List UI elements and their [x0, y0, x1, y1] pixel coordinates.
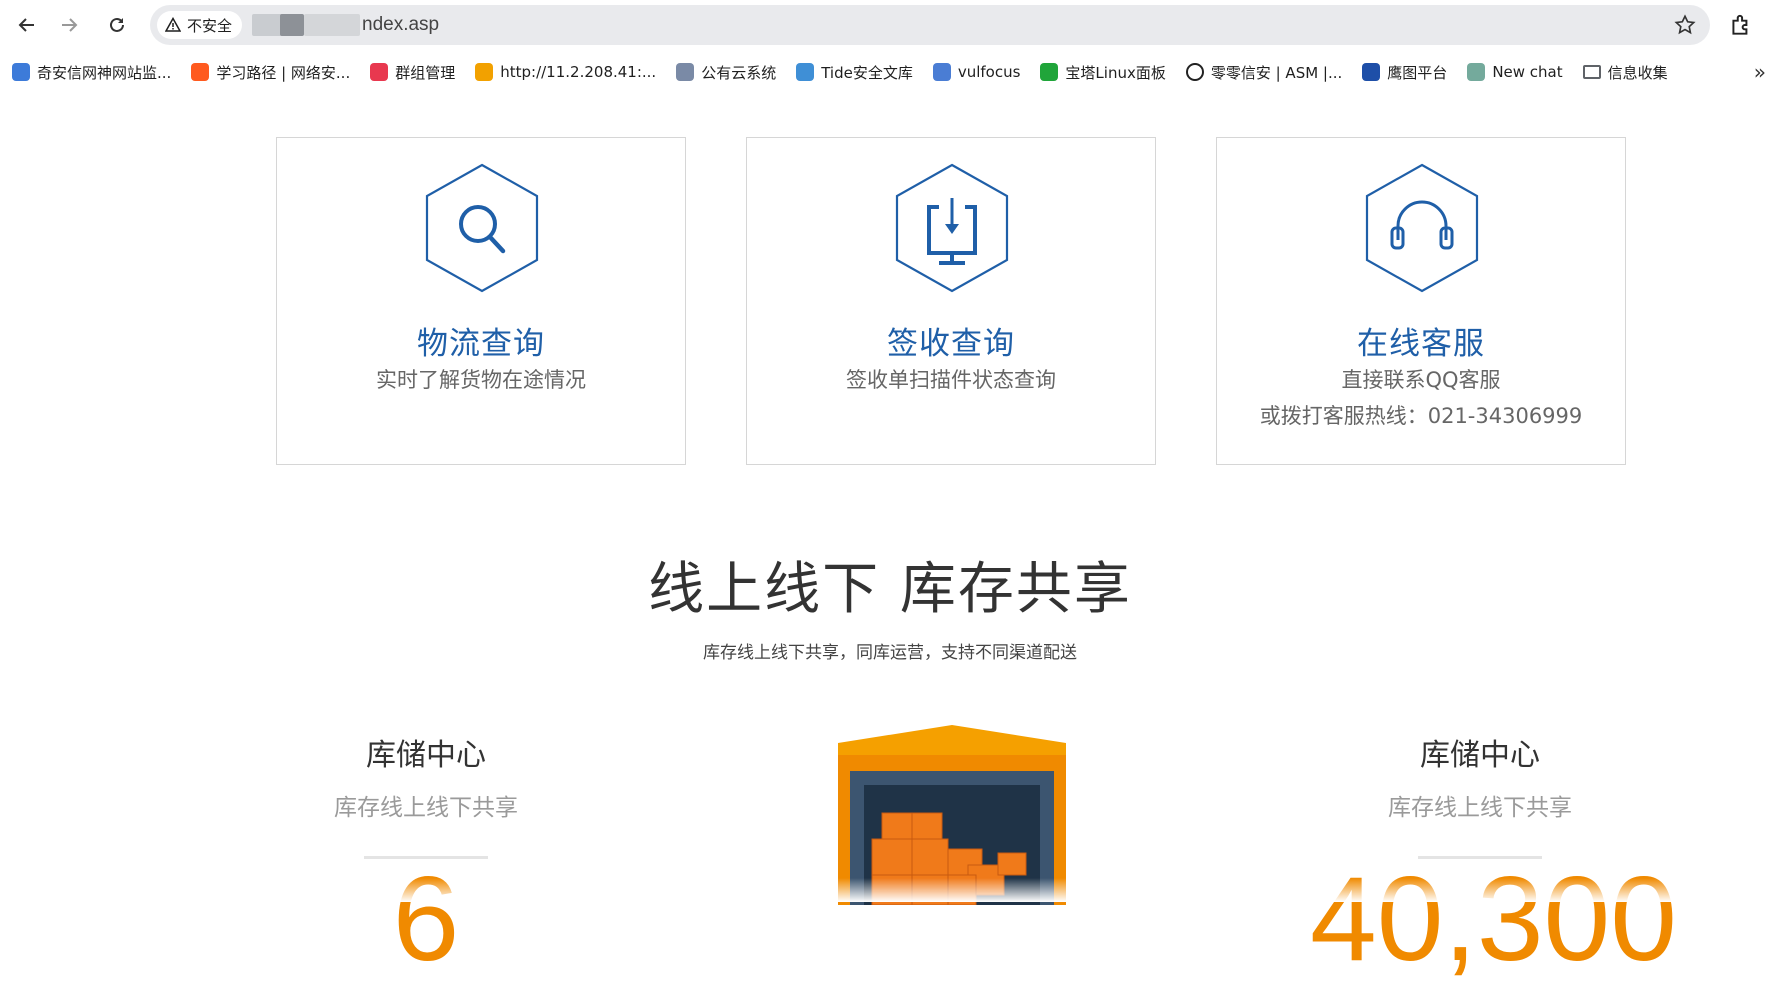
receipt-query-card[interactable]: 签收查询 签收单扫描件状态查询: [746, 137, 1156, 465]
stat-number: 6: [392, 852, 460, 986]
bookmarks-bar: 奇安信网神网站监... 学习路径 | 网络安... 群组管理 http://11.2.…: [0, 54, 1780, 90]
bookmark-label: 奇安信网神网站监...: [37, 63, 172, 82]
bookmark-item[interactable]: 群组管理: [370, 62, 455, 83]
card-description: 实时了解货物在途情况: [376, 368, 586, 392]
bookmark-label: 鹰图平台: [1387, 63, 1448, 82]
back-arrow-icon: [18, 18, 34, 32]
card-title: 物流查询: [417, 326, 545, 362]
back-button[interactable]: [12, 10, 42, 40]
card-title: 在线客服: [1357, 326, 1485, 362]
bookmark-item[interactable]: Tide安全文库: [796, 62, 913, 83]
bottom-fade: [0, 878, 1780, 902]
card-title: 签收查询: [887, 326, 1015, 362]
security-label: 不安全: [187, 16, 233, 35]
shield-icon: [932, 63, 951, 81]
stat-title: 库储中心: [366, 738, 486, 773]
bookmark-label: 宝塔Linux面板: [1065, 63, 1166, 82]
site-icon: [475, 63, 494, 81]
redacted-url-part: [280, 14, 304, 36]
folder-icon: [1582, 65, 1601, 79]
hotline-text: 或拨打客服热线：021-34306999: [1259, 404, 1583, 428]
bookmark-item[interactable]: New chat: [1467, 63, 1563, 81]
reload-button[interactable]: [102, 10, 132, 40]
bookmark-item[interactable]: 学习路径 | 网络安...: [191, 62, 350, 83]
logistics-query-card[interactable]: 物流查询 实时了解货物在途情况: [276, 137, 686, 465]
extensions-puzzle-icon[interactable]: [1728, 12, 1754, 38]
headset-icon: [1365, 163, 1479, 293]
bt-icon: [1040, 63, 1059, 81]
bookmark-label: Tide安全文库: [821, 63, 913, 82]
forward-button[interactable]: [54, 10, 84, 40]
bookmark-label: New chat: [1492, 63, 1563, 81]
search-icon: [425, 163, 539, 293]
bookmark-label: 零零信安 | ASM |...: [1210, 63, 1343, 82]
url-text: ndex.asp: [362, 14, 440, 35]
bookmark-item[interactable]: 宝塔Linux面板: [1040, 62, 1166, 83]
storage-stat-left: 库储中心 库存线上线下共享 6: [256, 730, 596, 986]
browser-toolbar: 不安全 ndex.asp: [0, 0, 1780, 50]
bird-icon: [12, 63, 30, 81]
address-bar[interactable]: 不安全 ndex.asp: [150, 5, 1710, 45]
card-description: 签收单扫描件状态查询: [846, 368, 1056, 392]
bookmark-star-icon[interactable]: [1674, 14, 1696, 36]
storage-stat-right: 库储中心 库存线上线下共享 40,300: [1310, 730, 1677, 986]
eagle-icon: [1362, 63, 1381, 81]
bookmark-label: 信息收集: [1607, 63, 1668, 82]
bookmark-item[interactable]: 鹰图平台: [1362, 62, 1447, 83]
bookmark-label: 群组管理: [395, 63, 456, 82]
ring-icon: [1185, 63, 1204, 81]
download-monitor-icon: [895, 163, 1009, 293]
online-service-card[interactable]: 在线客服 直接联系QQ客服 或拨打客服热线：021-34306999: [1216, 137, 1626, 465]
section-heading: 线上线下 库存共享: [648, 557, 1132, 622]
bookmark-item[interactable]: http://11.2.208.41:...: [475, 63, 656, 81]
bookmark-label: http://11.2.208.41:...: [500, 63, 657, 81]
reload-icon: [110, 17, 124, 32]
stat-number: 40,300: [1310, 852, 1678, 986]
redacted-url-part: [304, 14, 360, 36]
bookmark-item[interactable]: 零零信安 | ASM |...: [1185, 62, 1343, 83]
bookmark-label: 学习路径 | 网络安...: [216, 63, 351, 82]
card-description: 直接联系QQ客服: [1341, 368, 1501, 392]
more-bookmarks-button[interactable]: »: [1754, 60, 1766, 84]
bookmark-item[interactable]: 公有云系统: [676, 62, 776, 83]
cloud-icon: [676, 63, 695, 81]
stat-subtitle: 库存线上线下共享: [1388, 795, 1572, 821]
stat-subtitle: 库存线上线下共享: [334, 795, 518, 821]
bookmark-item[interactable]: vulfocus: [932, 63, 1021, 81]
bookmark-item[interactable]: 奇安信网神网站监...: [12, 62, 171, 83]
warning-icon: [165, 17, 181, 32]
group-icon: [370, 63, 389, 81]
bookmark-item[interactable]: 信息收集: [1582, 62, 1668, 83]
chatgpt-icon: [1467, 63, 1486, 81]
section-subheading: 库存线上线下共享，同库运营，支持不同渠道配送: [703, 643, 1077, 663]
bolt-icon: [191, 63, 210, 81]
bookmark-label: 公有云系统: [701, 63, 777, 82]
security-indicator[interactable]: 不安全: [157, 11, 243, 39]
bookmark-label: vulfocus: [957, 63, 1021, 81]
forward-arrow-icon: [62, 18, 78, 32]
wiki-icon: [796, 63, 815, 81]
stat-title: 库储中心: [1420, 738, 1540, 773]
